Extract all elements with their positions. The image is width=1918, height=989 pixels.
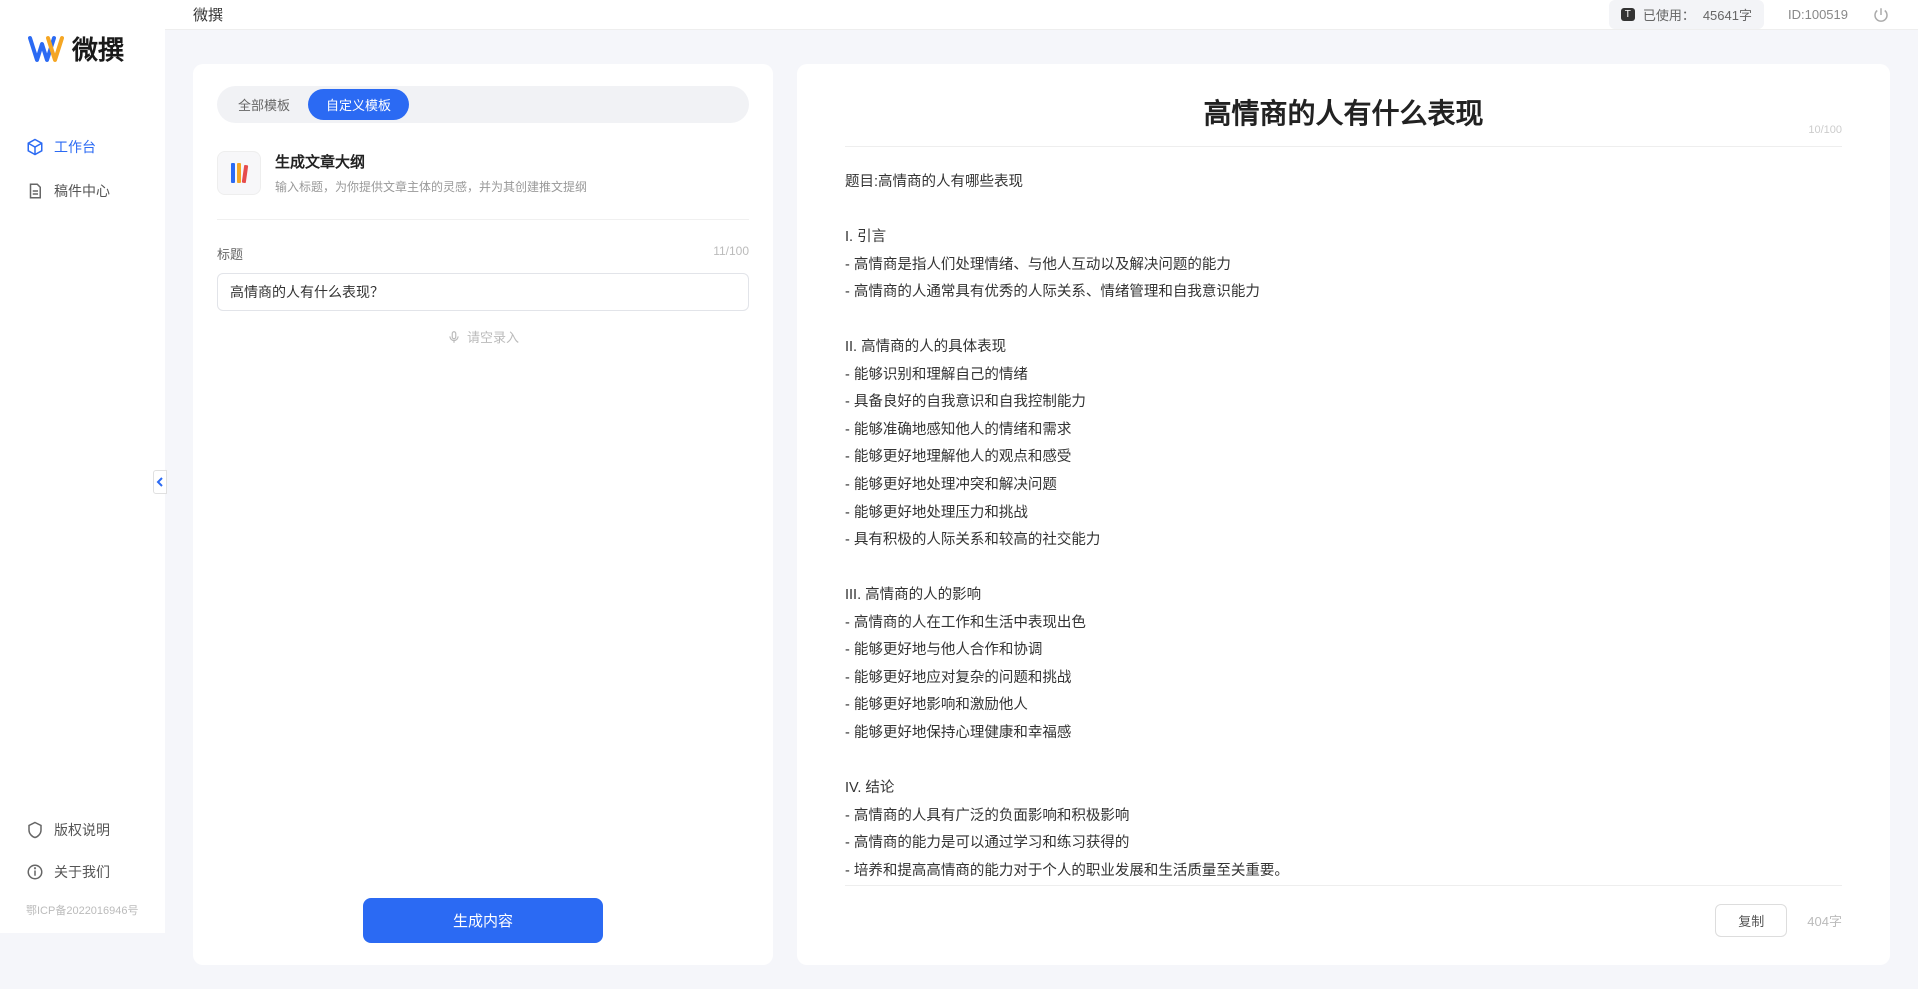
logo-icon (28, 34, 64, 64)
usage-value: 45641字 (1703, 5, 1752, 24)
cube-icon (26, 138, 44, 156)
voice-input[interactable]: 请空录入 (217, 311, 749, 362)
voice-label: 请空录入 (467, 327, 519, 346)
field-count: 11/100 (713, 244, 749, 263)
sidebar-item-drafts[interactable]: 稿件中心 (12, 171, 153, 211)
output-panel: 高情商的人有什么表现 10/100 题目:高情商的人有哪些表现 I. 引言 - … (797, 64, 1890, 965)
usage-badge: T (1621, 8, 1635, 21)
template-title: 生成文章大纲 (275, 151, 587, 172)
tab-custom-template[interactable]: 自定义模板 (308, 89, 409, 120)
sidebar: 微撰 工作台 稿件中心 版权说明 (0, 0, 165, 933)
logo[interactable]: 微撰 (0, 30, 165, 67)
nav: 工作台 稿件中心 (0, 127, 165, 211)
field-label: 标题 (217, 244, 243, 263)
page-title: 微撰 (193, 4, 223, 25)
tabs: 全部模板 自定义模板 (217, 86, 749, 123)
usage-label: 已使用： (1643, 5, 1695, 24)
doc-icon (26, 182, 44, 200)
shield-icon (26, 821, 44, 839)
template-desc: 输入标题，为你提供文章主体的灵感，并为其创建推文提纲 (275, 178, 587, 195)
copy-button[interactable]: 复制 (1715, 904, 1787, 937)
info-icon (26, 863, 44, 881)
doc-title-count: 10/100 (1808, 124, 1842, 136)
title-input[interactable] (217, 273, 749, 311)
sidebar-item-label: 关于我们 (54, 862, 110, 882)
sidebar-item-workbench[interactable]: 工作台 (12, 127, 153, 167)
template-card: 生成文章大纲 输入标题，为你提供文章主体的灵感，并为其创建推文提纲 (217, 143, 749, 220)
template-panel: 全部模板 自定义模板 生成文章大纲 输入标题，为你提供文章主体的灵感，并为其创建… (193, 64, 773, 965)
doc-title[interactable]: 高情商的人有什么表现 (845, 92, 1842, 132)
sidebar-item-about[interactable]: 关于我们 (12, 852, 153, 892)
char-count: 404字 (1807, 911, 1842, 930)
usage-pill[interactable]: T 已使用： 45641字 (1609, 0, 1764, 29)
sidebar-footer: 版权说明 关于我们 鄂ICP备2022016946号 (0, 810, 165, 918)
tab-all-templates[interactable]: 全部模板 (220, 89, 308, 120)
icp-text: 鄂ICP备2022016946号 (12, 894, 153, 918)
collapse-handle[interactable] (153, 470, 167, 494)
topbar: 微撰 T 已使用： 45641字 ID:100519 (165, 0, 1918, 30)
sidebar-item-label: 版权说明 (54, 820, 110, 840)
generate-button[interactable]: 生成内容 (363, 898, 603, 943)
power-icon[interactable] (1872, 6, 1890, 24)
template-icon (217, 151, 261, 195)
user-id: ID:100519 (1788, 7, 1848, 22)
sidebar-item-copyright[interactable]: 版权说明 (12, 810, 153, 850)
doc-body[interactable]: 题目:高情商的人有哪些表现 I. 引言 - 高情商是指人们处理情绪、与他人互动以… (845, 169, 1842, 885)
sidebar-item-label: 工作台 (54, 137, 96, 157)
sidebar-item-label: 稿件中心 (54, 181, 110, 201)
mic-icon (447, 330, 461, 344)
chevron-left-icon (156, 477, 164, 487)
logo-text: 微撰 (72, 30, 124, 67)
